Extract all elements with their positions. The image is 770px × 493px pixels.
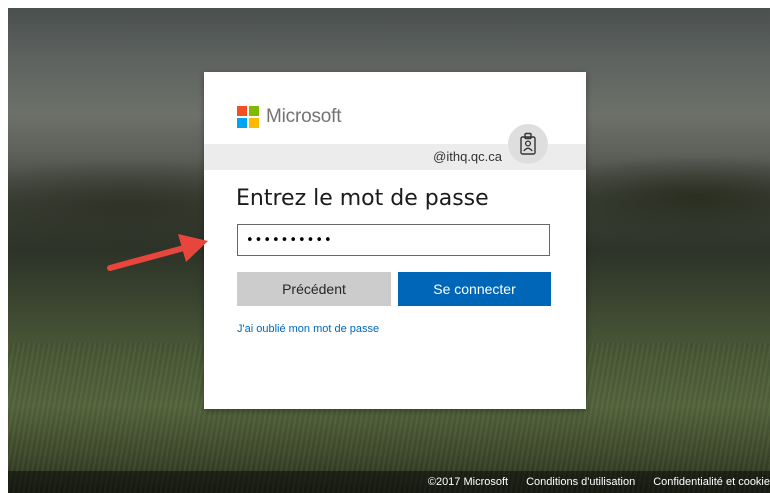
sign-in-button[interactable]: Se connecter [398,272,551,306]
copyright-text: ©2017 Microsoft [427,476,509,488]
microsoft-logo: Microsoft [237,106,341,128]
privacy-link[interactable]: Confidentialité et cookie [653,476,770,488]
badge-icon [508,124,548,164]
page-footer: ©2017 Microsoft Conditions d'utilisation… [8,471,770,493]
forgot-password-link[interactable]: J'ai oublié mon mot de passe [237,323,379,335]
annotation-arrow-icon [107,234,208,271]
brand-name: Microsoft [266,106,342,127]
identity-email: @ithq.qc.ca [433,149,502,164]
password-field[interactable] [237,224,550,256]
back-button[interactable]: Précédent [237,272,391,306]
page-title: Entrez le mot de passe [236,186,489,211]
terms-link[interactable]: Conditions d'utilisation [526,476,635,488]
sign-in-card: Microsoft @ithq.qc.ca Entrez le mot de p… [204,72,586,409]
microsoft-logo-icon [237,106,259,128]
